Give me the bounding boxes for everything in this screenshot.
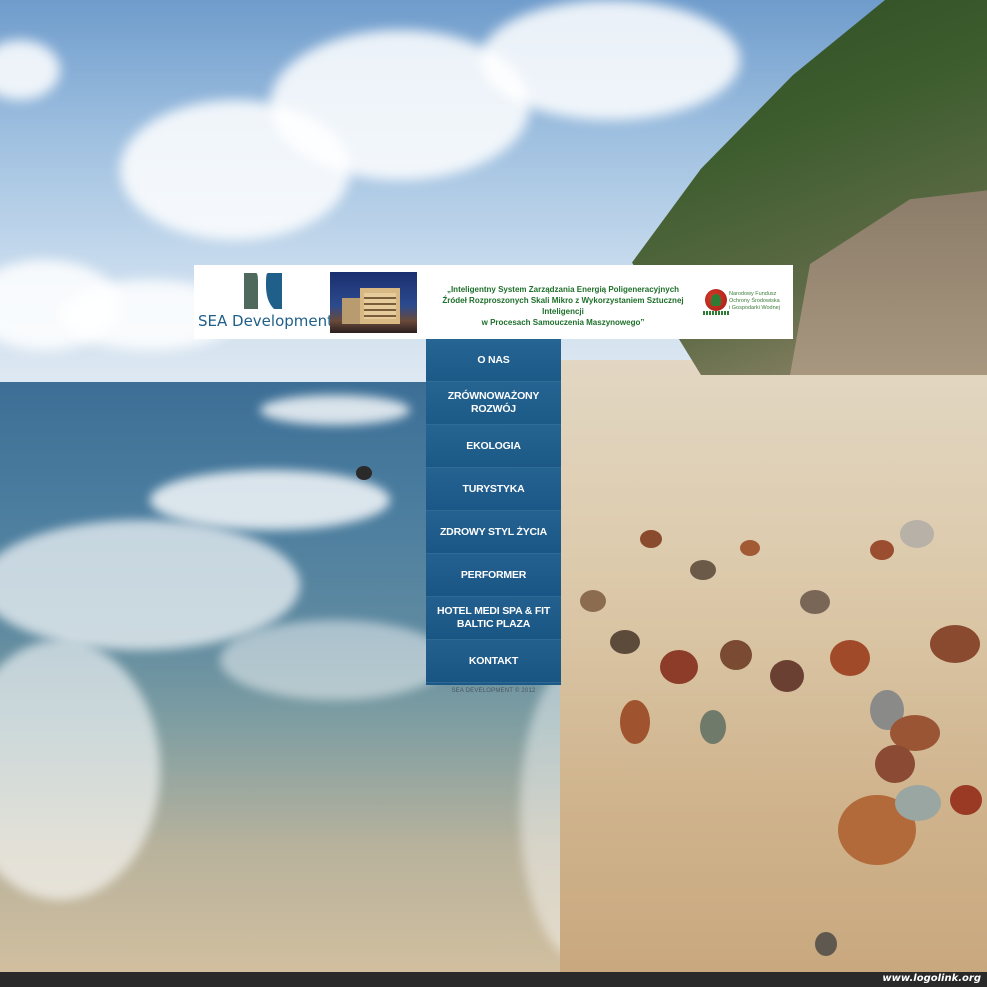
beach-stone <box>580 590 606 612</box>
nav-item-o-nas[interactable]: O NAS <box>426 339 561 382</box>
nfosigw-logo-icon <box>705 289 727 311</box>
beach-stone <box>875 745 915 783</box>
beach-stone <box>800 590 830 614</box>
wave-foam <box>220 620 450 700</box>
copyright-text: SEA DEVELOPMENT © 2012 <box>451 688 536 694</box>
wave-foam <box>150 470 390 530</box>
beach-stone <box>700 710 726 744</box>
company-logo-text[interactable]: SEA Development <box>198 312 333 330</box>
beach-stone <box>770 660 804 692</box>
beach-stone <box>895 785 941 821</box>
project-title: „Inteligentny System Zarządzania Energią… <box>422 284 704 328</box>
nav-item-performer[interactable]: PERFORMER <box>426 554 561 597</box>
hotel-photo <box>330 272 417 333</box>
beach-stone <box>830 640 870 676</box>
project-title-line: „Inteligentny System Zarządzania Energią… <box>446 285 680 294</box>
nav-item-zdrowy-styl-zycia[interactable]: ZDROWY STYL ŻYCIA <box>426 511 561 554</box>
beach-stone <box>356 466 372 480</box>
fund-name-line: i Gospodarki Wodnej <box>729 305 780 311</box>
beach-stone <box>640 530 662 548</box>
beach-stone <box>740 540 760 556</box>
header-banner: SEA Development „Inteligentny System Zar… <box>194 265 793 339</box>
fund-name-line: Narodowy Fundusz <box>729 291 777 297</box>
nav-item-hotel-medi-spa[interactable]: HOTEL MEDI SPA & FIT BALTIC PLAZA <box>426 597 561 640</box>
hotel-building-side <box>342 298 362 324</box>
beach-stone <box>690 560 716 580</box>
fund-name: Narodowy Fundusz Ochrony Środowiska i Go… <box>729 291 791 312</box>
beach-stone <box>815 932 837 956</box>
nav-item-turystyka[interactable]: TURYSTYKA <box>426 468 561 511</box>
fund-name-line: Ochrony Środowiska <box>729 298 780 304</box>
beach-stone <box>660 650 698 684</box>
beach-stone <box>610 630 640 654</box>
hotel-building <box>360 288 400 324</box>
wave-foam <box>260 395 410 425</box>
beach-stone <box>900 520 934 548</box>
nav-item-zrownowazony-rozwoj[interactable]: ZRÓWNOWAŻONY ROZWÓJ <box>426 382 561 425</box>
bottom-bar <box>0 972 987 987</box>
beach-stone <box>870 540 894 560</box>
beach-stone <box>620 700 650 744</box>
nfosigw-logo-base <box>703 311 729 315</box>
main-navigation: O NAS ZRÓWNOWAŻONY ROZWÓJ EKOLOGIA TURYS… <box>426 339 561 685</box>
nav-item-ekologia[interactable]: EKOLOGIA <box>426 425 561 468</box>
beach-stone <box>930 625 980 663</box>
cloud <box>480 0 740 120</box>
project-title-line: Źródeł Rozproszonych Skali Mikro z Wykor… <box>442 296 684 316</box>
watermark-text: www.logolink.org <box>882 973 981 984</box>
beach-stone <box>950 785 982 815</box>
project-title-line: w Procesach Samouczenia Maszynowego” <box>481 318 645 327</box>
beach-stone <box>720 640 752 670</box>
nav-item-kontakt[interactable]: KONTAKT <box>426 640 561 683</box>
sea-development-logo-icon[interactable] <box>244 271 282 309</box>
